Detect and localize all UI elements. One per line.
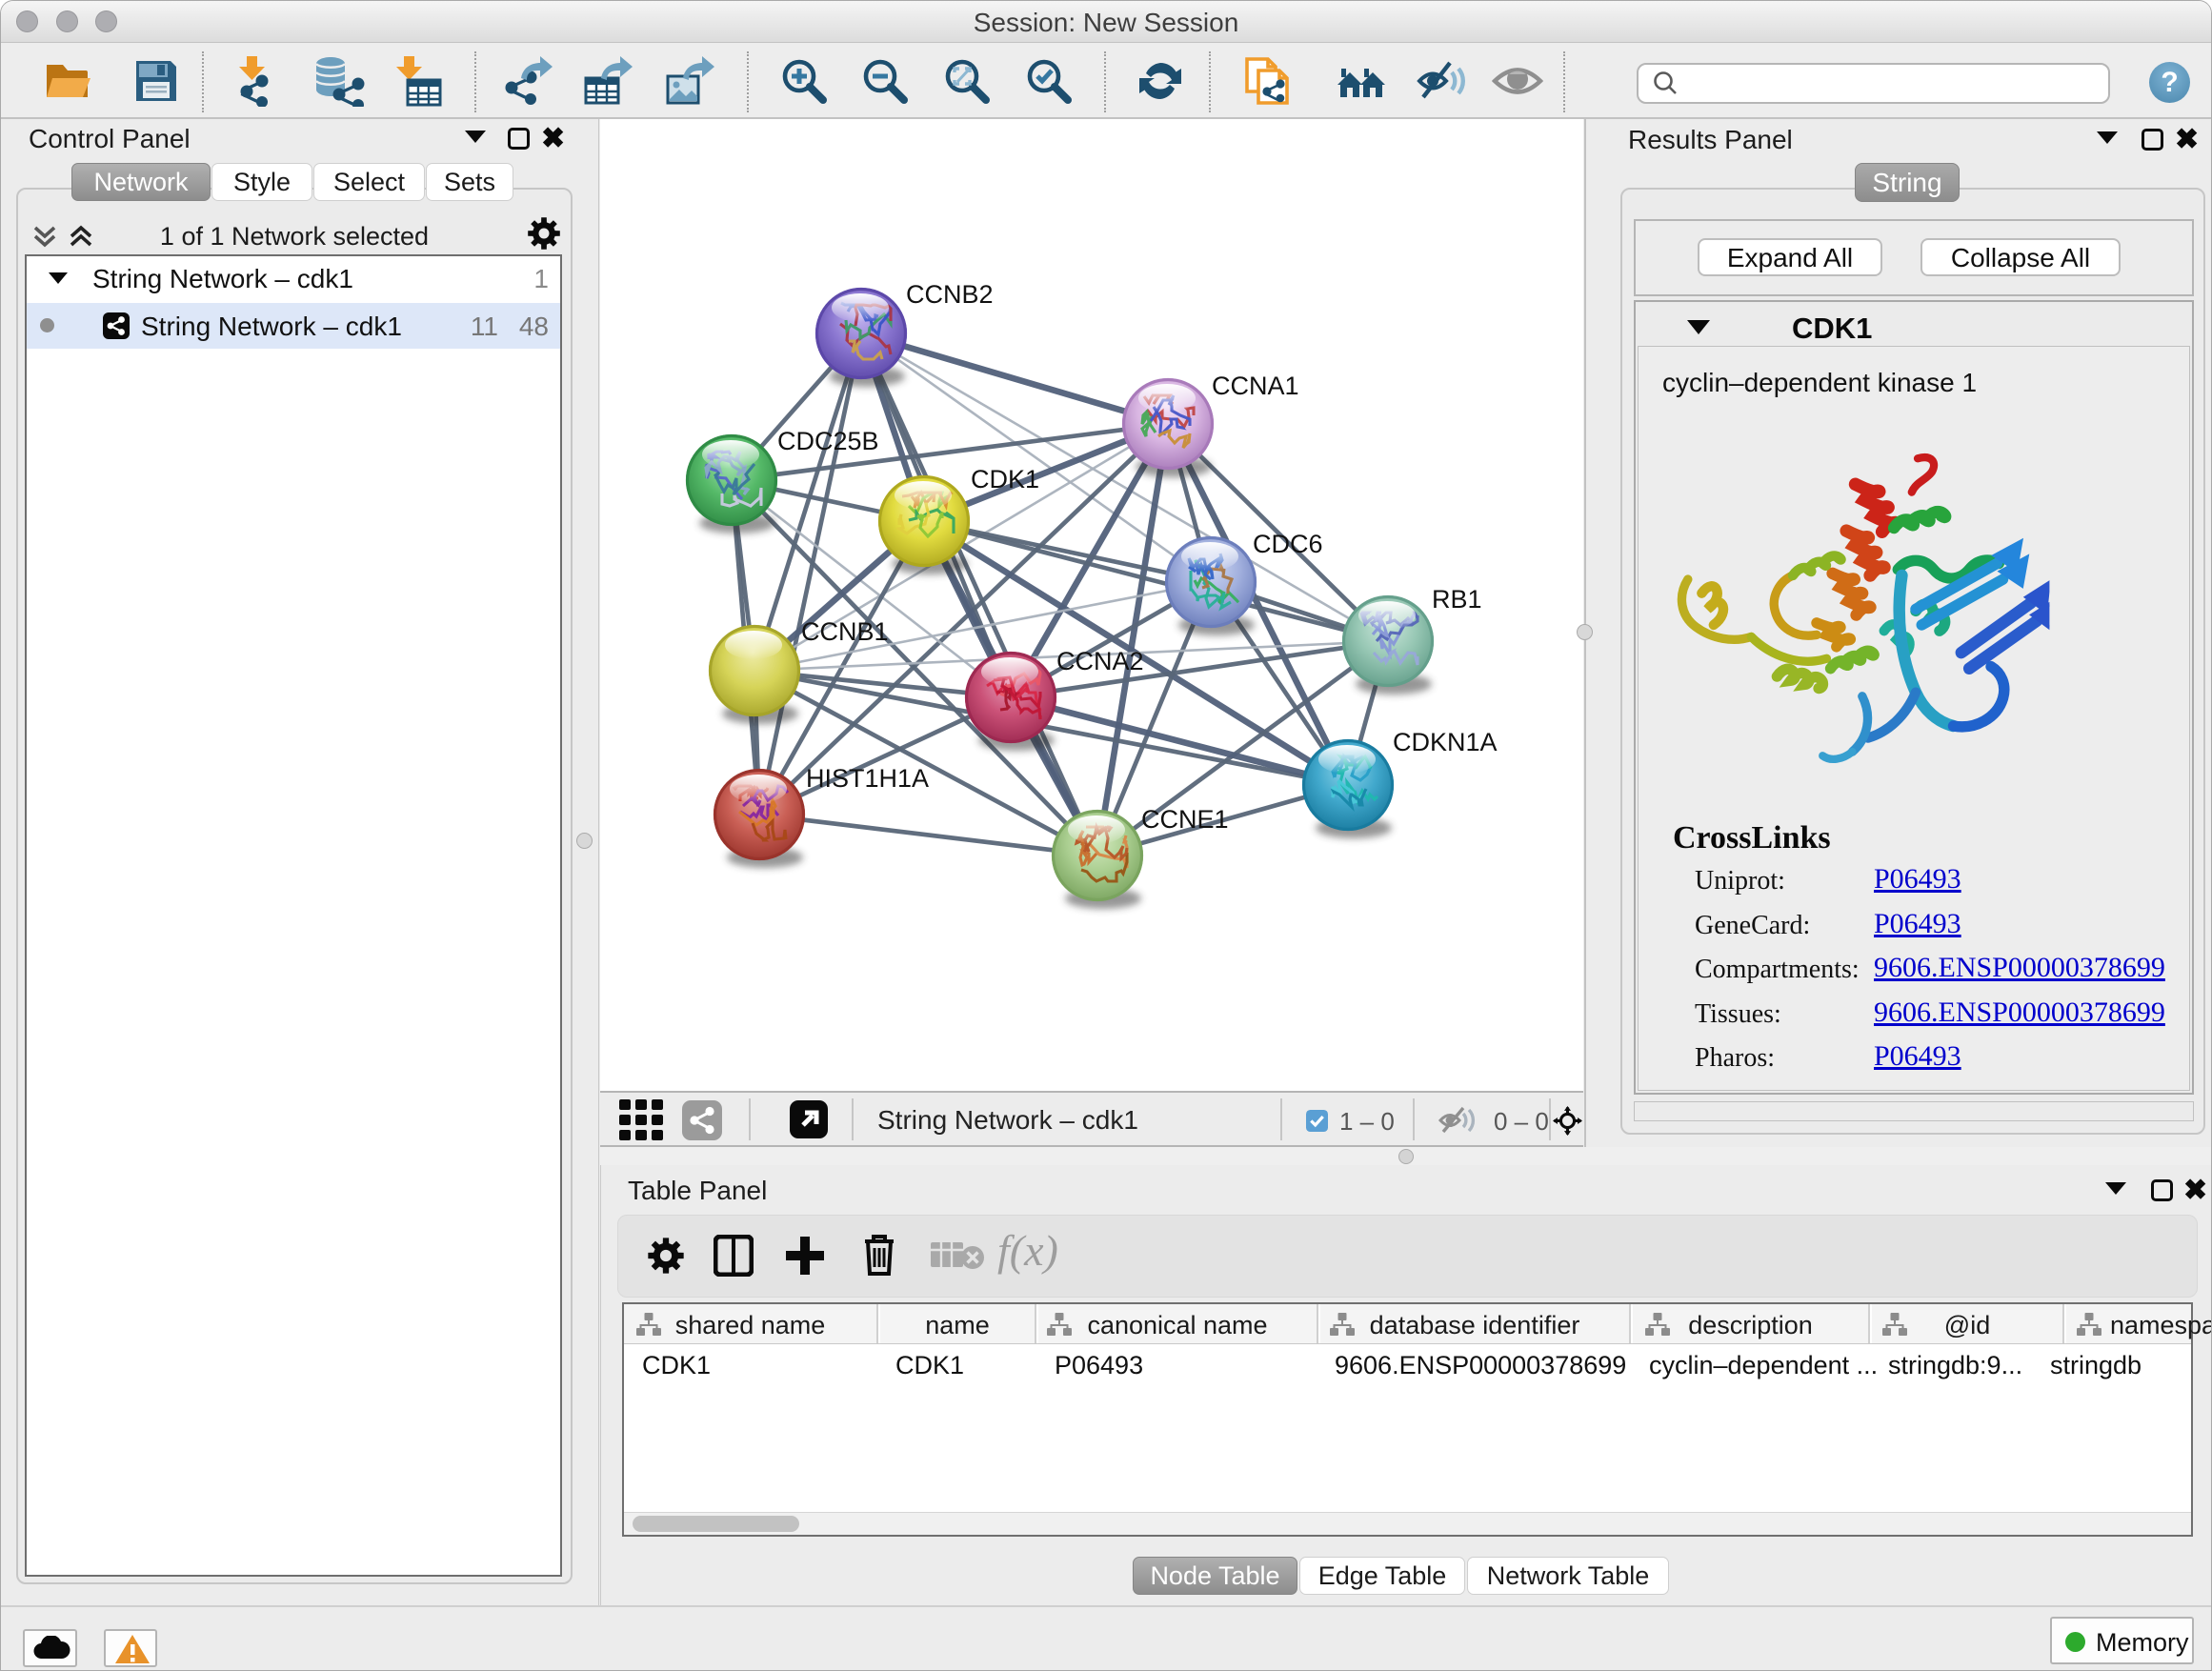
svg-text:CCNA1: CCNA1 [1212, 372, 1299, 400]
svg-text:CDC6: CDC6 [1253, 530, 1323, 558]
svg-text:RB1: RB1 [1432, 585, 1482, 614]
svg-text:CCNE1: CCNE1 [1141, 805, 1229, 834]
svg-text:CDK1: CDK1 [971, 465, 1039, 493]
svg-text:HIST1H1A: HIST1H1A [806, 764, 929, 793]
svg-text:CCNB2: CCNB2 [906, 280, 994, 309]
svg-text:CCNA2: CCNA2 [1056, 647, 1144, 675]
svg-text:CDC25B: CDC25B [777, 427, 879, 455]
svg-text:CCNB1: CCNB1 [801, 617, 889, 646]
svg-text:CDKN1A: CDKN1A [1393, 728, 1498, 756]
